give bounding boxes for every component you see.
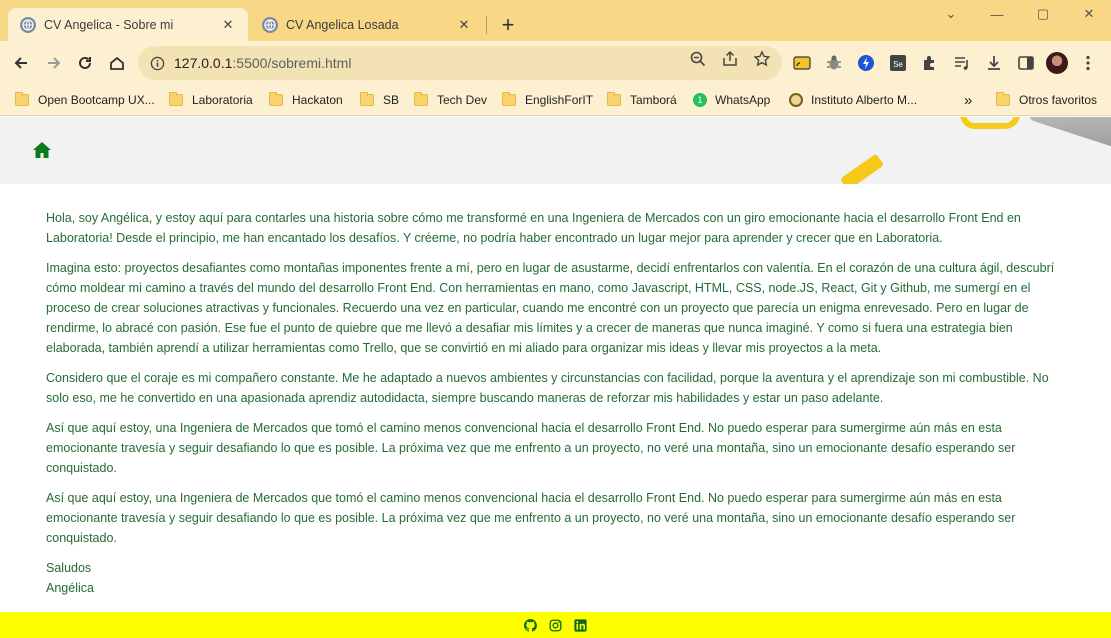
bookmark-open-bootcamp[interactable]: Open Bootcamp UX... xyxy=(15,90,155,110)
folder-icon xyxy=(169,92,183,106)
bookmark-star-icon[interactable] xyxy=(753,50,771,68)
tab-strip: CV Angelica - Sobre mi ✕ CV Angelica Los… xyxy=(0,0,1111,41)
share-icon[interactable] xyxy=(721,50,739,68)
extension-selenium-icon[interactable]: Se xyxy=(888,53,908,73)
bookmark-label: Tamborá xyxy=(630,93,677,107)
paragraph-courage: Considero que el coraje es mi compañero … xyxy=(46,371,1049,405)
tab-search-chevron-icon[interactable]: ⌄ xyxy=(928,4,974,24)
tab-title: CV Angelica Losada xyxy=(286,17,399,32)
extension-bug-icon[interactable] xyxy=(824,53,844,73)
folder-icon xyxy=(15,92,29,106)
folder-icon xyxy=(414,92,428,106)
paragraph-intro: Hola, soy Angélica, y estoy aquí para co… xyxy=(46,211,1021,245)
browser-toolbar: 127.0.0.1:5500/sobremi.html Se xyxy=(0,41,1111,84)
bookmark-label: Tech Dev xyxy=(437,93,488,107)
side-panel-icon[interactable] xyxy=(1016,53,1036,73)
bookmark-label: SB xyxy=(383,93,400,107)
zoom-icon[interactable] xyxy=(689,50,707,68)
svg-text:Se: Se xyxy=(893,60,903,69)
globe-icon xyxy=(262,16,278,33)
sign-off: Saludos xyxy=(46,561,92,575)
close-icon[interactable]: ✕ xyxy=(220,17,236,33)
tab-cv-angelica-losada[interactable]: CV Angelica Losada ✕ xyxy=(250,8,484,41)
globe-icon xyxy=(20,16,36,33)
bookmark-tech-dev[interactable]: Tech Dev xyxy=(414,90,487,110)
github-icon[interactable] xyxy=(524,618,537,632)
page-footer xyxy=(0,612,1111,638)
download-icon[interactable] xyxy=(984,53,1004,73)
home-icon[interactable] xyxy=(104,50,130,76)
bookmark-instituto[interactable]: Instituto Alberto M... xyxy=(789,90,917,110)
bookmark-label: Instituto Alberto M... xyxy=(811,93,918,107)
home-icon[interactable] xyxy=(32,140,52,160)
folder-icon xyxy=(360,92,374,106)
back-arrow-icon[interactable] xyxy=(8,50,34,76)
decorative-pencil xyxy=(839,153,885,184)
about-me-content: Hola, soy Angélica, y estoy aquí para co… xyxy=(46,208,1066,598)
signature: Angélica xyxy=(46,581,94,595)
extension-cast-icon[interactable] xyxy=(792,53,812,73)
paragraph-conclusion: Así que aquí estoy, una Ingeniera de Mer… xyxy=(46,421,1016,475)
address-bar[interactable]: 127.0.0.1:5500/sobremi.html xyxy=(138,46,782,80)
page-header xyxy=(0,117,1111,184)
menu-kebab-icon[interactable] xyxy=(1078,53,1098,73)
tab-divider xyxy=(486,16,487,34)
linkedin-icon[interactable] xyxy=(574,618,587,632)
bookmark-englishforit[interactable]: EnglishForIT xyxy=(502,90,593,110)
bookmark-laboratoria[interactable]: Laboratoria xyxy=(169,90,253,110)
bookmark-whatsapp[interactable]: 1 WhatsApp xyxy=(693,90,770,110)
bookmark-tambora[interactable]: Tamborá xyxy=(607,90,677,110)
reload-icon[interactable] xyxy=(72,50,98,76)
folder-icon xyxy=(269,92,283,106)
new-tab-plus-icon[interactable]: + xyxy=(496,12,520,37)
bookmark-label: Otros favoritos xyxy=(1019,93,1098,107)
paragraph-conclusion-repeat: Así que aquí estoy, una Ingeniera de Mer… xyxy=(46,491,1016,545)
paragraph-challenges: Imagina esto: proyectos desafiantes como… xyxy=(46,261,1055,355)
decorative-scissors-blade xyxy=(1028,117,1111,154)
extension-lightning-icon[interactable] xyxy=(856,53,876,73)
tab-title: CV Angelica - Sobre mi xyxy=(44,17,174,32)
institute-icon xyxy=(789,93,803,107)
bookmarks-bar: Open Bootcamp UX... Laboratoria Hackaton… xyxy=(0,84,1111,116)
instagram-icon[interactable] xyxy=(549,619,562,632)
folder-icon xyxy=(502,92,516,106)
extensions-puzzle-icon[interactable] xyxy=(920,53,940,73)
forward-arrow-icon[interactable] xyxy=(41,50,67,76)
bookmark-label: Open Bootcamp UX... xyxy=(38,93,155,107)
url-host: 127.0.0.1 xyxy=(174,55,233,71)
bookmark-otros-favoritos[interactable]: Otros favoritos xyxy=(996,90,1097,110)
media-playlist-icon[interactable] xyxy=(952,53,972,73)
tab-sobre-mi[interactable]: CV Angelica - Sobre mi ✕ xyxy=(8,8,248,41)
site-info-icon[interactable] xyxy=(148,54,166,72)
close-icon[interactable]: ✕ xyxy=(456,17,472,33)
bookmark-label: WhatsApp xyxy=(715,93,771,107)
maximize-icon[interactable]: ▢ xyxy=(1020,4,1066,24)
bookmark-hackaton[interactable]: Hackaton xyxy=(269,90,343,110)
folder-icon xyxy=(607,92,621,106)
minimize-icon[interactable]: — xyxy=(974,4,1020,24)
folder-icon xyxy=(996,92,1010,106)
bookmark-label: Hackaton xyxy=(292,93,343,107)
decorative-scissors-handle xyxy=(960,117,1020,129)
url-path: :5500/sobremi.html xyxy=(232,55,352,71)
whatsapp-icon: 1 xyxy=(693,93,707,107)
bookmarks-overflow-chevron-icon[interactable]: » xyxy=(964,90,972,110)
bookmark-label: Laboratoria xyxy=(192,93,253,107)
window-close-icon[interactable]: ✕ xyxy=(1066,4,1111,24)
profile-avatar[interactable] xyxy=(1046,52,1068,74)
bookmark-label: EnglishForIT xyxy=(525,93,594,107)
bookmark-sb[interactable]: SB xyxy=(360,90,399,110)
